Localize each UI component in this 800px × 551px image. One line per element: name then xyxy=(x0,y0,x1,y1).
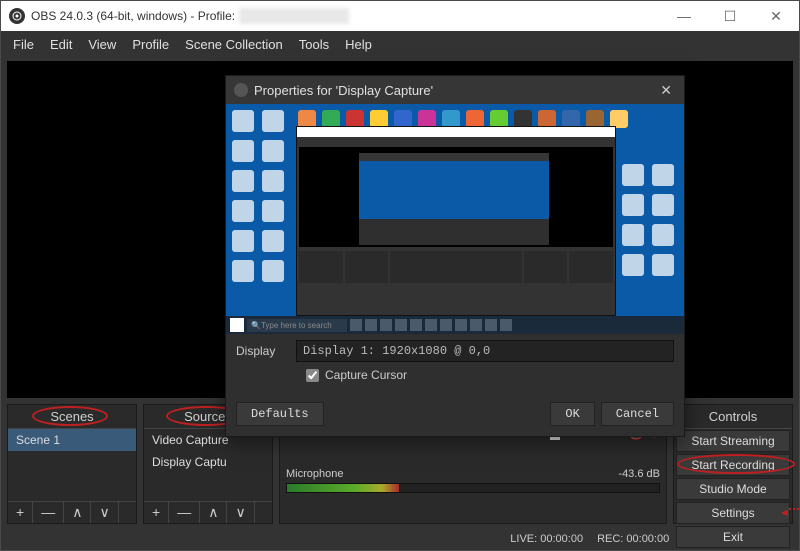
taskbar-search: 🔍 Type here to search xyxy=(247,319,347,332)
annotation-arrow xyxy=(779,507,800,521)
menu-edit[interactable]: Edit xyxy=(42,37,80,52)
display-label: Display xyxy=(236,344,296,358)
source-item[interactable]: Display Captu xyxy=(144,451,272,473)
display-select-row: Display Display 1: 1920x1080 @ 0,0 xyxy=(226,334,684,368)
window-controls: — ☐ ✕ xyxy=(661,1,799,31)
titlebar: OBS 24.0.3 (64-bit, windows) - Profile: … xyxy=(1,1,799,31)
mixer-label: Microphone xyxy=(286,468,343,480)
title-redacted xyxy=(239,8,349,24)
scene-down-button[interactable]: ∨ xyxy=(91,502,118,523)
scenes-list[interactable]: Scene 1 xyxy=(8,429,136,501)
menu-view[interactable]: View xyxy=(80,37,124,52)
desktop-icons xyxy=(232,110,288,282)
obs-icon xyxy=(234,83,248,97)
cancel-button[interactable]: Cancel xyxy=(601,402,674,426)
start-streaming-button[interactable]: Start Streaming xyxy=(676,430,790,452)
menu-help[interactable]: Help xyxy=(337,37,380,52)
dialog-buttons: Defaults OK Cancel xyxy=(226,392,684,436)
menu-scene-collection[interactable]: Scene Collection xyxy=(177,37,291,52)
mixer-microphone: Microphone -43.6 dB xyxy=(280,464,666,523)
display-capture-preview: 🔍 Type here to search xyxy=(226,104,684,334)
dialog-body: 🔍 Type here to search Display Display 1:… xyxy=(226,104,684,436)
remove-scene-button[interactable]: — xyxy=(33,502,64,523)
scenes-panel: Scenes Scene 1 + — ∧ ∨ xyxy=(7,404,137,524)
source-down-button[interactable]: ∨ xyxy=(227,502,254,523)
remove-source-button[interactable]: — xyxy=(169,502,200,523)
minimize-button[interactable]: — xyxy=(661,1,707,31)
scenes-title: Scenes xyxy=(8,405,136,429)
capture-cursor-label: Capture Cursor xyxy=(325,368,407,382)
capture-cursor-row: Capture Cursor xyxy=(296,368,684,392)
menubar: File Edit View Profile Scene Collection … xyxy=(1,31,799,57)
menu-file[interactable]: File xyxy=(5,37,42,52)
settings-button[interactable]: Settings xyxy=(676,502,790,524)
close-button[interactable]: ✕ xyxy=(753,1,799,31)
obs-icon xyxy=(9,8,25,24)
start-recording-button[interactable]: Start Recording xyxy=(676,454,790,476)
audio-meter xyxy=(286,483,660,493)
scene-item[interactable]: Scene 1 xyxy=(8,429,136,451)
nested-obs-window xyxy=(296,126,616,316)
add-source-button[interactable]: + xyxy=(144,502,169,523)
controls-panel: Controls Start Streaming Start Recording… xyxy=(673,404,793,524)
defaults-button[interactable]: Defaults xyxy=(236,402,324,426)
maximize-button[interactable]: ☐ xyxy=(707,1,753,31)
dialog-titlebar: Properties for 'Display Capture' ✕ xyxy=(226,76,684,104)
menu-profile[interactable]: Profile xyxy=(124,37,177,52)
dialog-close-button[interactable]: ✕ xyxy=(656,82,676,99)
status-rec: REC: 00:00:00 xyxy=(597,533,669,545)
start-icon xyxy=(230,318,244,332)
desktop-icons-right xyxy=(622,164,678,276)
studio-mode-button[interactable]: Studio Mode xyxy=(676,478,790,500)
controls-title: Controls xyxy=(674,405,792,429)
status-live: LIVE: 00:00:00 xyxy=(510,533,583,545)
display-select[interactable]: Display 1: 1920x1080 @ 0,0 xyxy=(296,340,674,362)
windows-taskbar: 🔍 Type here to search xyxy=(226,316,684,334)
scene-up-button[interactable]: ∧ xyxy=(64,502,91,523)
mixer-db: -43.6 dB xyxy=(618,468,660,480)
ok-button[interactable]: OK xyxy=(550,402,594,426)
exit-button[interactable]: Exit xyxy=(676,526,790,548)
scenes-toolbar: + — ∧ ∨ xyxy=(8,501,136,523)
capture-cursor-checkbox[interactable] xyxy=(306,369,319,382)
sources-list[interactable]: Video Capture Display Captu xyxy=(144,429,272,501)
sources-toolbar: + — ∧ ∨ xyxy=(144,501,272,523)
properties-dialog: Properties for 'Display Capture' ✕ xyxy=(225,75,685,437)
dialog-title: Properties for 'Display Capture' xyxy=(254,83,433,98)
source-up-button[interactable]: ∧ xyxy=(200,502,227,523)
add-scene-button[interactable]: + xyxy=(8,502,33,523)
menu-tools[interactable]: Tools xyxy=(291,37,337,52)
window-title: OBS 24.0.3 (64-bit, windows) - Profile: xyxy=(31,9,235,23)
